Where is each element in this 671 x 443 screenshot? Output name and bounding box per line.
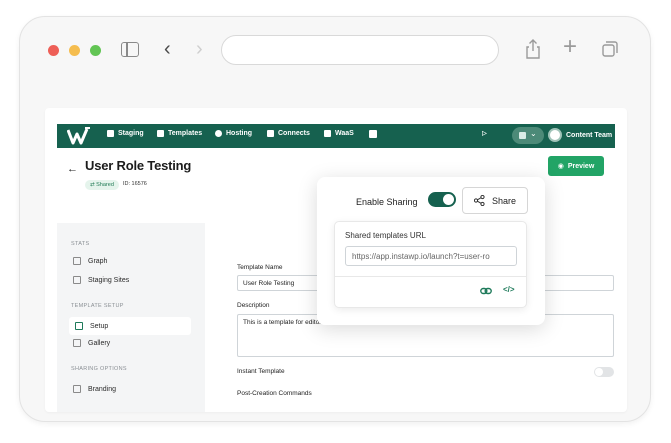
share-label: Share	[491, 195, 517, 206]
waas-icon	[324, 130, 331, 137]
enable-sharing-label: Enable Sharing	[356, 197, 418, 207]
status-badge: ⇄ Shared	[85, 180, 119, 190]
browser-window: ‹ › + Staging Templates Hosting Connects…	[19, 16, 651, 422]
tabs-icon[interactable]	[602, 41, 618, 57]
nav-label: Staging	[118, 130, 144, 137]
workspace-switcher[interactable]: ⌄	[512, 127, 544, 144]
sidebar-item-label: Branding	[88, 385, 117, 393]
section-heading: SHARING OPTIONS	[71, 366, 127, 372]
forward-icon[interactable]: ›	[196, 39, 203, 59]
minimize-window-button[interactable]	[69, 45, 80, 56]
sidebar-item-label: Setup	[90, 322, 109, 330]
preview-button[interactable]: ◉ Preview	[548, 156, 604, 176]
sidebar-item-label: Staging Sites	[88, 276, 130, 284]
share-icon[interactable]	[525, 39, 541, 59]
grid-icon	[369, 130, 377, 138]
chart-icon	[73, 257, 81, 265]
template-name-label: Template Name	[237, 264, 283, 271]
shared-url-card: Shared templates URL https://app.instawp…	[334, 221, 527, 308]
cube-icon	[73, 276, 81, 284]
back-arrow-icon[interactable]: ←	[67, 163, 78, 175]
shared-url-title: Shared templates URL	[345, 231, 426, 240]
browser-toolbar: ‹ › +	[20, 17, 652, 87]
new-tab-icon[interactable]: +	[563, 35, 577, 59]
code-icon[interactable]: </>	[503, 285, 515, 294]
nav-waas[interactable]: WaaS	[324, 130, 354, 137]
megaphone-icon[interactable]: ▹	[482, 128, 494, 142]
link-icon[interactable]	[480, 285, 492, 297]
chevron-down-icon: ⌄	[530, 129, 537, 138]
instant-template-label: Instant Template	[237, 368, 285, 375]
section-heading: TEMPLATE SETUP	[71, 303, 124, 309]
share-nodes-icon	[473, 195, 485, 206]
top-navigation: Staging Templates Hosting Connects WaaS …	[57, 124, 620, 148]
cube-icon	[107, 130, 114, 137]
gear-icon	[75, 322, 83, 330]
workspace-icon	[519, 132, 526, 139]
instant-template-toggle[interactable]	[594, 367, 614, 377]
nav-label: Connects	[278, 130, 310, 137]
team-name: Content Team	[566, 132, 613, 139]
team-menu[interactable]: Content Team ⌄	[566, 131, 620, 139]
sidebar-item-setup[interactable]: Setup	[69, 317, 191, 335]
templates-icon	[157, 130, 164, 137]
sidebar-item-gallery[interactable]: Gallery	[73, 339, 110, 347]
apps-grid-icon[interactable]	[369, 130, 377, 138]
sidebar-toggle-icon[interactable]	[121, 42, 139, 57]
shared-url-input[interactable]: https://app.instawp.io/launch?t=user-ro	[345, 246, 517, 266]
back-icon[interactable]: ‹	[164, 39, 171, 59]
eye-icon: ◉	[557, 163, 564, 170]
nav-connects[interactable]: Connects	[267, 130, 310, 137]
nav-hosting[interactable]: Hosting	[215, 130, 252, 137]
enable-sharing-toggle[interactable]	[428, 192, 456, 207]
connects-icon	[267, 130, 274, 137]
brush-icon	[73, 385, 81, 393]
divider	[335, 276, 526, 277]
post-creation-label: Post-Creation Commands	[237, 390, 312, 397]
section-heading: STATS	[71, 241, 90, 247]
avatar[interactable]	[548, 128, 562, 142]
nav-label: Templates	[168, 130, 203, 137]
nav-templates[interactable]: Templates	[157, 130, 202, 137]
maximize-window-button[interactable]	[90, 45, 101, 56]
cloud-icon	[215, 130, 222, 137]
sidebar-item-branding[interactable]: Branding	[73, 385, 116, 393]
nav-staging[interactable]: Staging	[107, 130, 144, 137]
badge-label: Shared	[96, 182, 114, 188]
sharing-popover: Enable Sharing Share Shared templates UR…	[317, 177, 545, 325]
template-id: ID: 16576	[123, 181, 147, 187]
sidebar-item-staging-sites[interactable]: Staging Sites	[73, 276, 129, 284]
instawp-logo[interactable]	[67, 127, 91, 145]
page-title: User Role Testing	[85, 158, 192, 173]
settings-sidebar: STATS Graph Staging Sites TEMPLATE SETUP…	[57, 223, 205, 412]
nav-label: Hosting	[226, 130, 253, 137]
address-bar[interactable]	[221, 35, 499, 65]
sidebar-item-graph[interactable]: Graph	[73, 257, 107, 265]
sidebar-item-label: Gallery	[88, 339, 111, 347]
share-button[interactable]: Share	[462, 187, 528, 214]
close-window-button[interactable]	[48, 45, 59, 56]
description-label: Description	[237, 302, 270, 309]
nav-label: WaaS	[335, 130, 354, 137]
image-icon	[73, 339, 81, 347]
preview-label: Preview	[567, 162, 595, 170]
sidebar-item-label: Graph	[88, 257, 108, 265]
